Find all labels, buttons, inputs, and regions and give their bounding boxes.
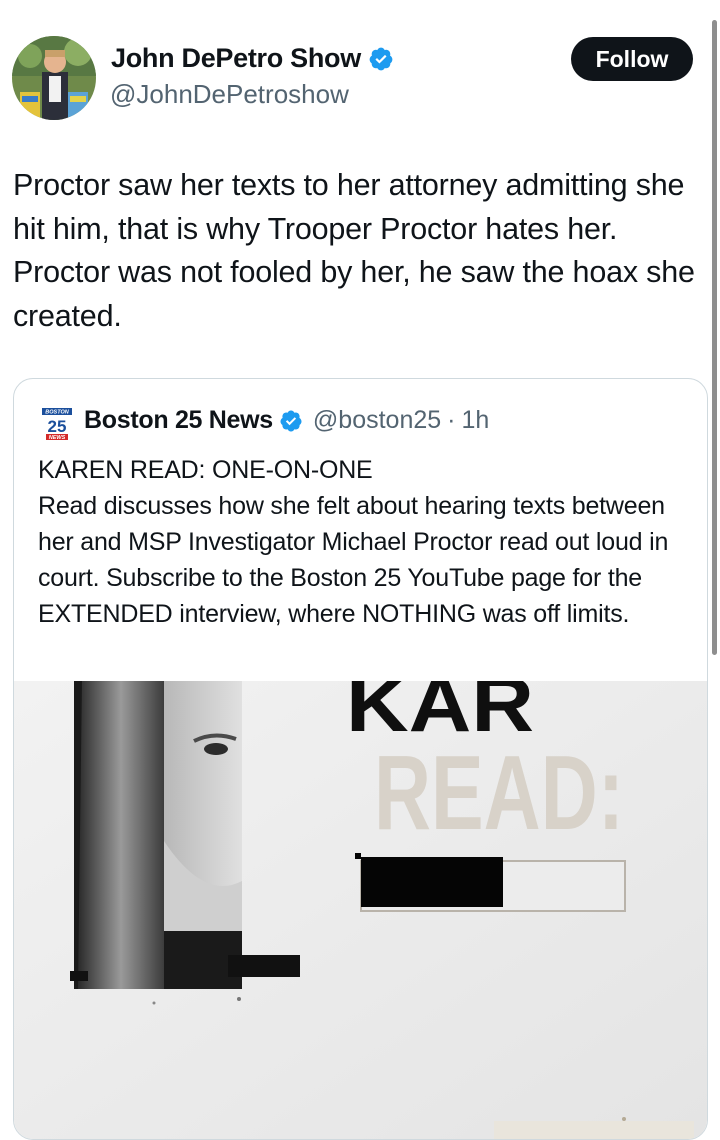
quote-display-name[interactable]: Boston 25 News — [84, 406, 273, 435]
verified-badge-icon — [280, 410, 302, 431]
avatar-image — [12, 36, 96, 120]
logo-text-top: BOSTON — [45, 410, 69, 416]
boston25-logo: BOSTON 25 NEWS — [40, 407, 74, 441]
author-display-name-row[interactable]: John DePetro Show — [111, 43, 394, 74]
quote-timestamp[interactable]: 1h — [461, 406, 489, 435]
logo-text-bottom: NEWS — [49, 435, 66, 441]
logo-number: 25 — [48, 417, 67, 436]
quoted-tweet-card[interactable]: BOSTON 25 NEWS Boston 25 News @boston25 … — [13, 378, 708, 1140]
tweet-text: Proctor saw her texts to her attorney ad… — [13, 168, 695, 333]
follow-button[interactable]: Follow — [571, 37, 693, 81]
media-thumbnail: KAR READ: — [14, 660, 707, 1139]
avatar[interactable] — [12, 36, 96, 120]
quote-text: KAREN READ: ONE-ON-ONE Read discusses ho… — [38, 456, 669, 628]
scrollbar[interactable] — [712, 20, 717, 655]
quote-handle[interactable]: @boston25 — [313, 406, 441, 435]
author-handle[interactable]: @JohnDePetroshow — [110, 79, 349, 110]
quote-header: Boston 25 News @boston25 · 1h — [84, 406, 489, 435]
quote-separator: · — [447, 406, 456, 434]
quote-media-image[interactable]: KAR READ: — [14, 660, 707, 1139]
verified-badge-icon — [369, 47, 393, 70]
author-display-name[interactable]: John DePetro Show — [111, 43, 361, 74]
media-title-line2: READ: — [374, 734, 624, 852]
